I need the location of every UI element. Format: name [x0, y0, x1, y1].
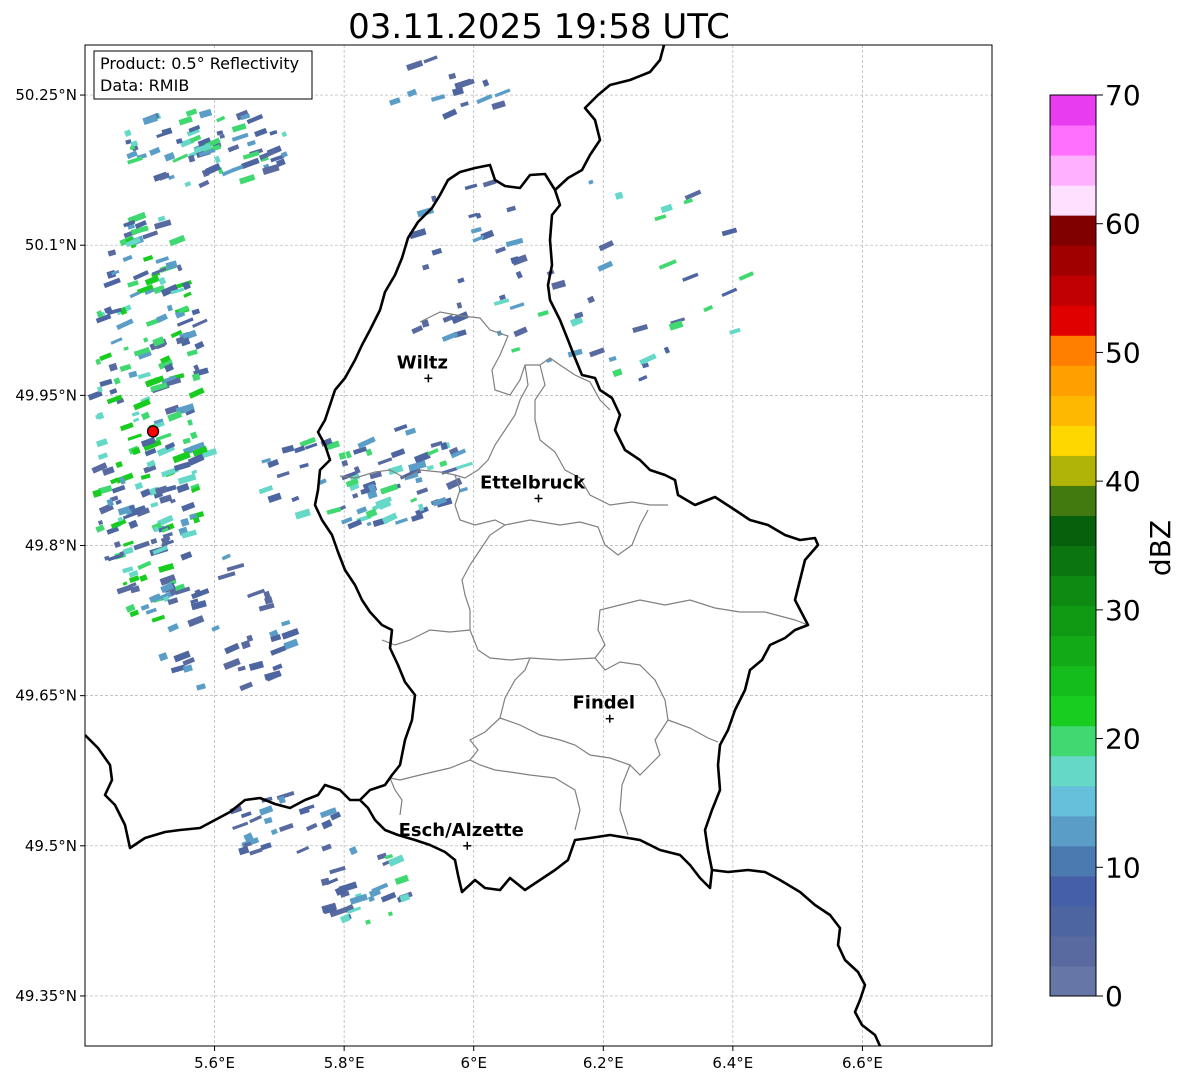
- lat-tick-label: 50.25°N: [15, 86, 77, 104]
- lat-tick-label: 49.95°N: [15, 386, 77, 404]
- colorbar-segment: [1050, 845, 1096, 877]
- city-label: Esch/Alzette: [399, 820, 524, 841]
- colorbar-tick-label: 40: [1105, 465, 1141, 498]
- colorbar-segment: [1050, 425, 1096, 456]
- lat-tick-label: 49.65°N: [15, 687, 77, 705]
- info-data-source: Data: RMIB: [100, 76, 189, 95]
- city-label: Findel: [572, 693, 635, 714]
- lon-tick-label: 5.6°E: [194, 1054, 235, 1072]
- colorbar: 0 10 20 30 40 50 60 70 dBZ: [1049, 79, 1177, 1013]
- colorbar-label: dBZ: [1144, 520, 1177, 576]
- colorbar-segment: [1050, 665, 1096, 697]
- info-box: Product: 0.5° Reflectivity Data: RMIB: [93, 50, 313, 100]
- lat-tick-label: 49.8°N: [25, 537, 77, 555]
- colorbar-ticks: 0 10 20 30 40 50 60 70: [1096, 79, 1141, 1013]
- colorbar-tick-label: 10: [1105, 851, 1141, 884]
- colorbar-segment: [1050, 785, 1096, 817]
- lat-tick-label: 49.5°N: [25, 837, 77, 855]
- colorbar-segment: [1050, 965, 1096, 997]
- colorbar-segment: [1050, 695, 1096, 727]
- colorbar-segment: [1050, 755, 1096, 787]
- colorbar-segment: [1050, 875, 1096, 907]
- colorbar-segment: [1050, 905, 1096, 937]
- colorbar-segment: [1050, 635, 1096, 667]
- colorbar-segment: [1050, 275, 1096, 306]
- lon-tick-label: 6.2°E: [583, 1054, 624, 1072]
- colorbar-segment: [1050, 725, 1096, 757]
- colorbar-segment: [1050, 515, 1096, 546]
- lat-tick-label: 49.35°N: [15, 987, 77, 1005]
- colorbar-tick-label: 50: [1105, 336, 1141, 369]
- colorbar-segment: [1050, 335, 1096, 366]
- colorbar-segment: [1050, 935, 1096, 967]
- colorbar-tick-label: 0: [1105, 980, 1123, 1013]
- colorbar-segment: [1050, 185, 1096, 216]
- radar-figure: 03.11.2025 19:58 UTC WiltzEttelbruckFind…: [15, 7, 1177, 1072]
- colorbar-tick-label: 30: [1105, 594, 1141, 627]
- colorbar-segment: [1050, 545, 1096, 577]
- colorbar-segment: [1050, 815, 1096, 847]
- lat-tick-label: 50.1°N: [25, 236, 77, 254]
- colorbar-segment: [1050, 155, 1096, 186]
- colorbar-segments: [1050, 95, 1096, 997]
- colorbar-segment: [1050, 365, 1096, 396]
- lon-tick-label: 5.8°E: [324, 1054, 365, 1072]
- colorbar-tick-label: 60: [1105, 208, 1141, 241]
- colorbar-segment: [1050, 215, 1096, 246]
- colorbar-tick-label: 70: [1105, 79, 1141, 112]
- colorbar-segment: [1050, 95, 1096, 126]
- lon-tick-label: 6°E: [460, 1054, 487, 1072]
- colorbar-segment: [1050, 245, 1096, 276]
- colorbar-segment: [1050, 605, 1096, 637]
- info-product: Product: 0.5° Reflectivity: [100, 54, 299, 73]
- lon-tick-label: 6.4°E: [712, 1054, 753, 1072]
- radar-site-marker: [146, 425, 160, 438]
- city-label: Ettelbruck: [480, 472, 586, 493]
- lon-tick-label: 6.6°E: [842, 1054, 883, 1072]
- colorbar-segment: [1050, 455, 1096, 486]
- colorbar-segment: [1050, 575, 1096, 607]
- colorbar-segment: [1050, 395, 1096, 426]
- city-label: Wiltz: [397, 352, 448, 373]
- colorbar-tick-label: 20: [1105, 723, 1141, 756]
- colorbar-segment: [1050, 305, 1096, 336]
- figure-title: 03.11.2025 19:58 UTC: [348, 7, 730, 47]
- colorbar-segment: [1050, 125, 1096, 156]
- colorbar-segment: [1050, 485, 1096, 516]
